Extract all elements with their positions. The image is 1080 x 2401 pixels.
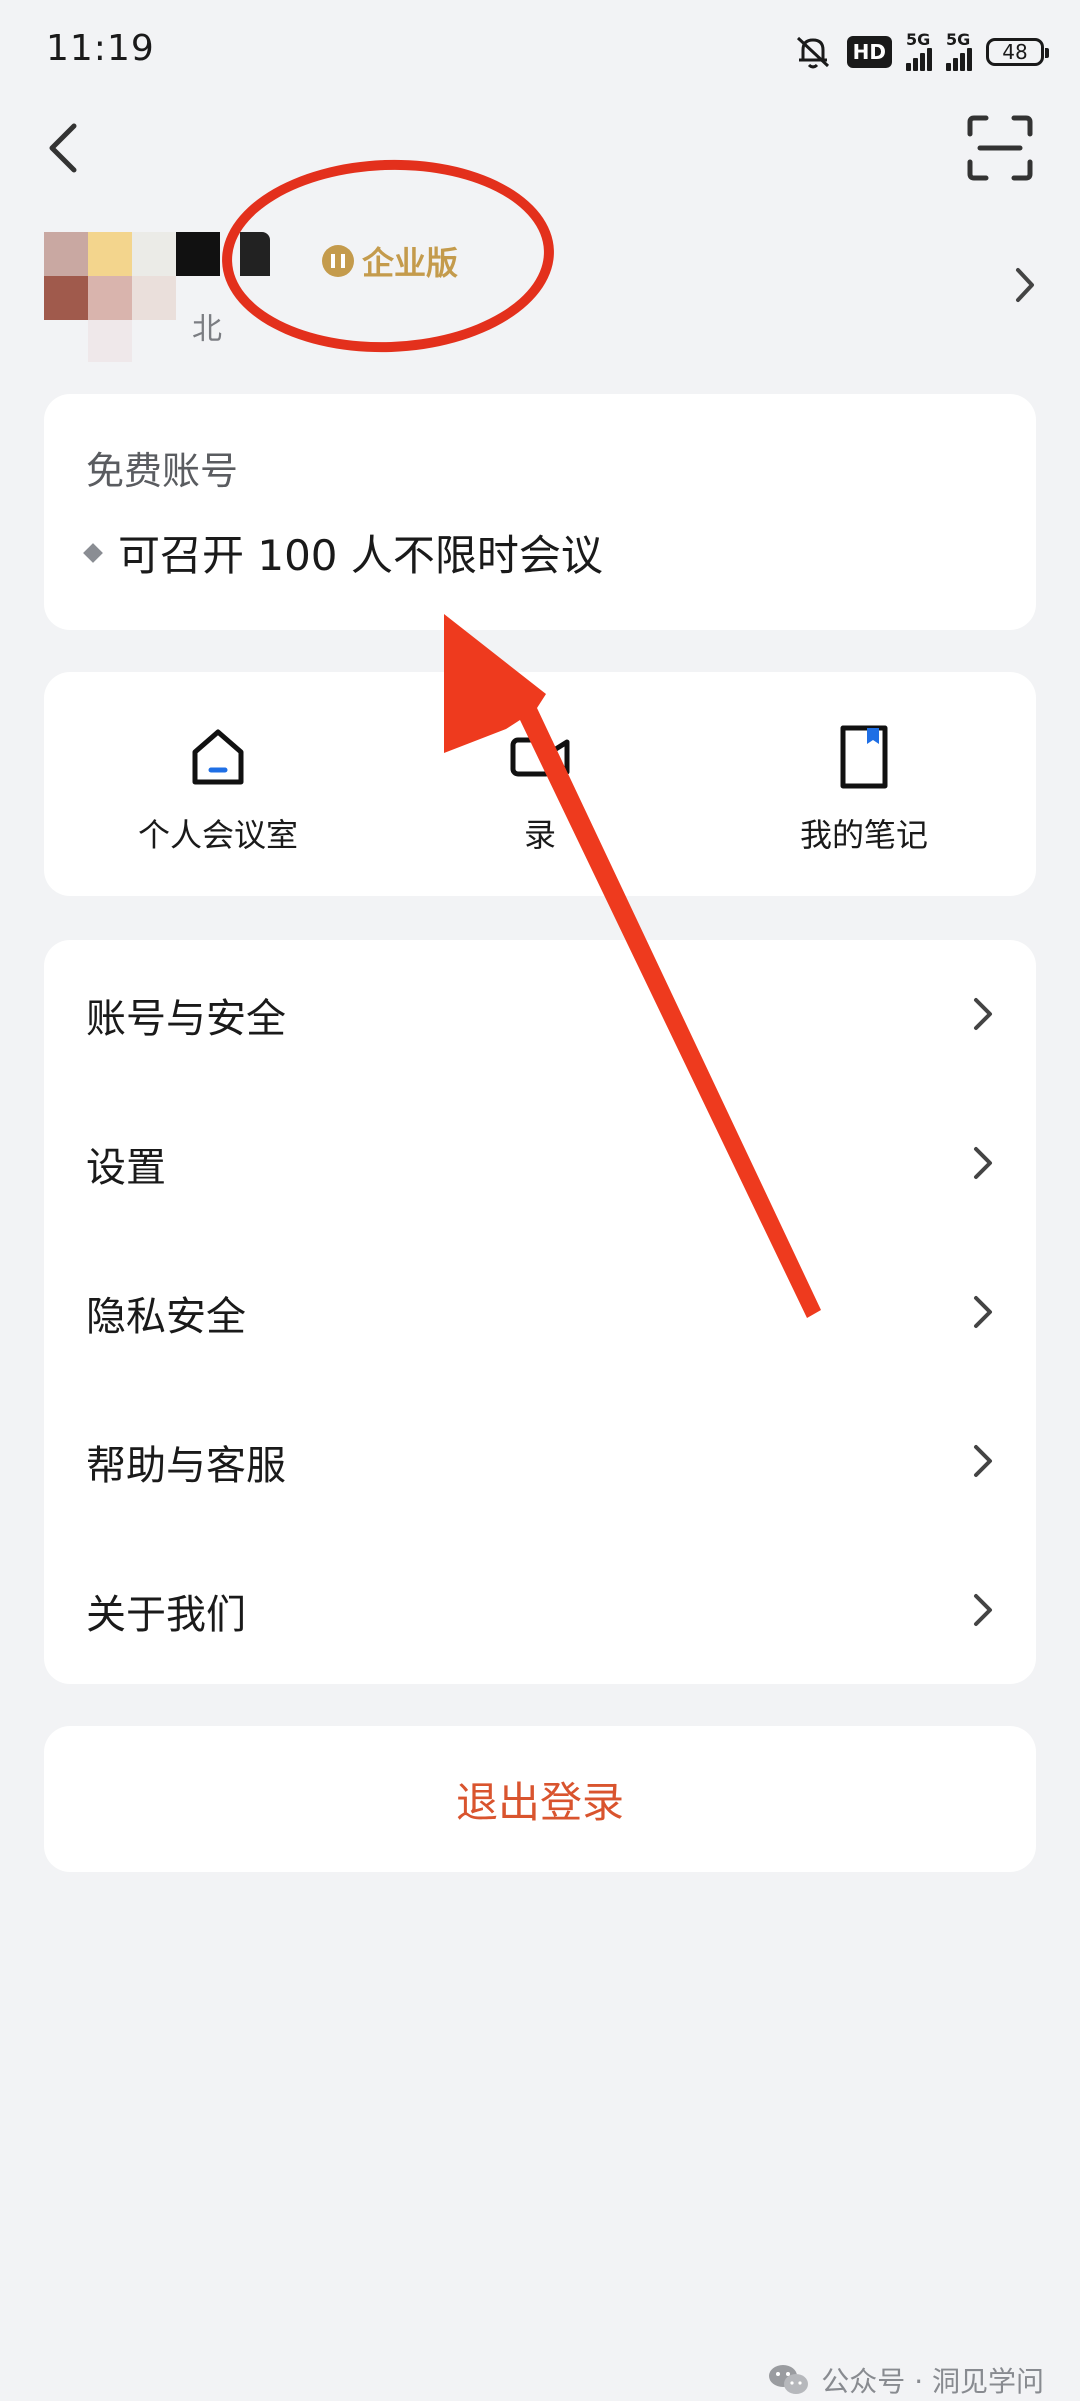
video-camera-icon: [510, 737, 570, 777]
menu-item-settings[interactable]: 设置: [44, 1089, 1036, 1238]
plan-feature: 可召开 100 人不限时会议: [83, 522, 603, 583]
plan-title: 免费账号: [86, 449, 239, 493]
wechat-icon: [769, 2365, 809, 2394]
signal-5g-2: 5G: [946, 30, 972, 71]
notebook-icon: [840, 725, 888, 789]
battery-icon: 48: [986, 38, 1049, 66]
settings-menu: 账号与安全 设置 隐私安全 帮助与客服 关于我们: [44, 940, 1036, 1684]
hd-badge: HD: [846, 36, 892, 68]
menu-item-account-security[interactable]: 账号与安全: [44, 940, 1036, 1089]
back-arrow-icon[interactable]: [40, 118, 90, 178]
status-icons: HD 5G 5G 48: [793, 30, 1049, 74]
logout-button[interactable]: 退出登录: [44, 1726, 1036, 1872]
menu-item-privacy[interactable]: 隐私安全: [44, 1238, 1036, 1387]
chevron-right-icon: [974, 1445, 992, 1477]
status-time: 11:19: [46, 28, 155, 69]
footer-watermark: 公众号 · 洞见学问: [767, 2360, 1044, 2400]
watermark-text: 公众号 · 洞见学问: [821, 2365, 1044, 2398]
logout-label: 退出登录: [455, 1777, 624, 1827]
quick-action-personal-room[interactable]: 个人会议室: [98, 722, 338, 856]
plan-card[interactable]: 免费账号 可召开 100 人不限时会议: [44, 394, 1036, 630]
chevron-right-icon: [974, 1147, 992, 1179]
quick-action-recording[interactable]: 录: [420, 722, 660, 856]
scan-icon[interactable]: [964, 112, 1036, 184]
annotation-circle: [218, 154, 558, 358]
menu-item-help[interactable]: 帮助与客服: [44, 1387, 1036, 1536]
chevron-right-icon: [974, 998, 992, 1030]
home-icon: [192, 729, 244, 785]
diamond-bullet-icon: [83, 542, 103, 563]
signal-5g-1: 5G: [906, 30, 932, 71]
menu-item-about[interactable]: 关于我们: [44, 1536, 1036, 1685]
profile-chevron-icon[interactable]: [1010, 262, 1040, 308]
quick-action-notes[interactable]: 我的笔记: [744, 722, 984, 856]
quick-actions-card: 个人会议室 录 我的笔记: [44, 672, 1036, 896]
chevron-right-icon: [974, 1296, 992, 1328]
chevron-right-icon: [974, 1594, 992, 1626]
muted-bell-icon: [796, 36, 829, 69]
profile-region: 北: [192, 312, 222, 347]
